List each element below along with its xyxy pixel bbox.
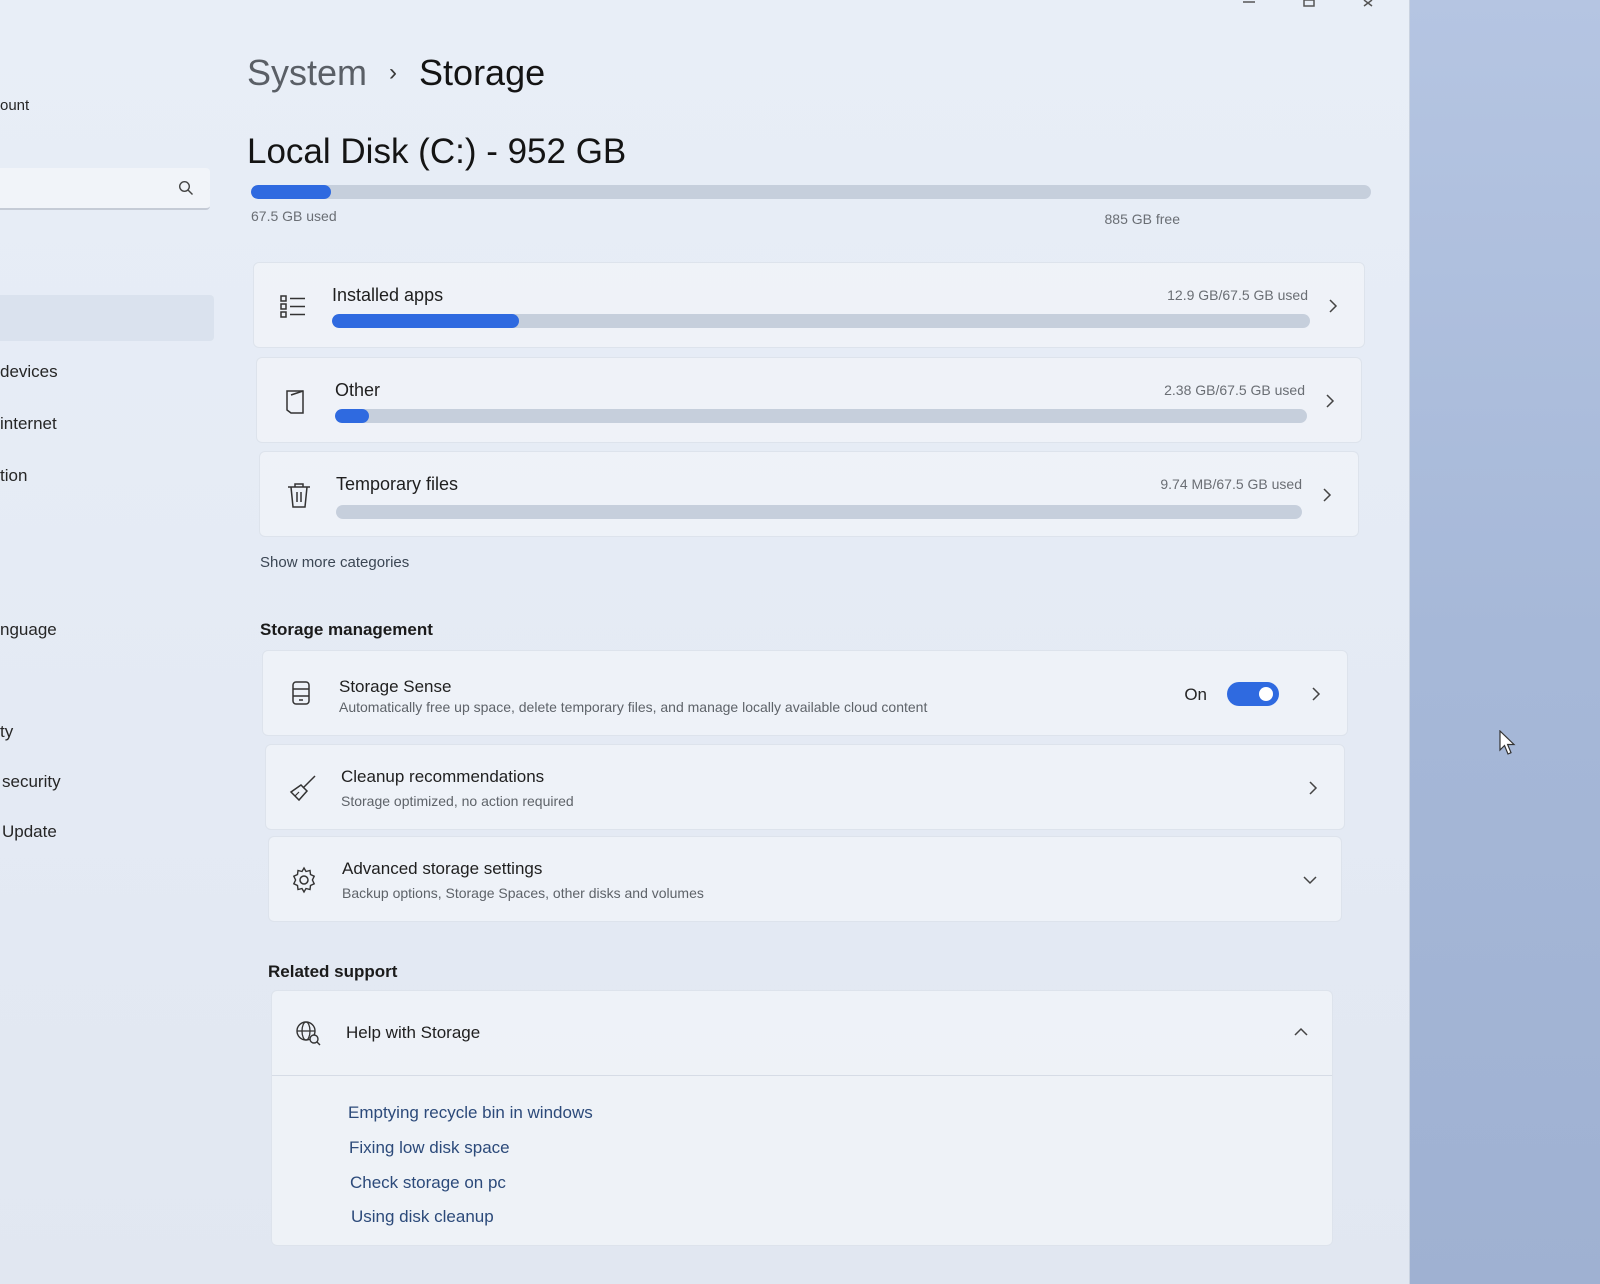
category-label: Installed apps	[332, 285, 444, 305]
minimize-icon[interactable]	[1239, 0, 1259, 10]
sidebar-item-network[interactable]: internet	[0, 414, 57, 434]
category-bar	[336, 505, 1302, 519]
document-icon	[286, 390, 304, 414]
storage-sense-toggle[interactable]	[1227, 682, 1279, 706]
category-label: Temporary files	[336, 474, 459, 494]
sidebar-item-language[interactable]: nguage	[0, 620, 57, 640]
help-with-storage-panel: Help with Storage Emptying recycle bin i…	[271, 990, 1333, 1246]
disk-free-label: 885 GB free	[1104, 211, 1181, 227]
chevron-up-icon	[1294, 1027, 1308, 1036]
category-label: Other	[335, 380, 381, 400]
help-divider	[272, 1075, 1332, 1076]
help-with-storage-header[interactable]: Help with Storage	[272, 991, 1332, 1075]
category-value: 9.74 MB/67.5 GB used	[1160, 476, 1302, 492]
globe-search-icon	[296, 1021, 321, 1046]
sidebar-item-accessibility[interactable]: ty	[0, 722, 13, 742]
cleanup-recommendations-row[interactable]: Cleanup recommendations Storage optimize…	[265, 744, 1345, 830]
storage-sense-row[interactable]: Storage Sense Automatically free up spac…	[262, 650, 1348, 736]
help-link-low-disk-space[interactable]: Fixing low disk space	[349, 1138, 510, 1158]
help-link-empty-recycle-bin[interactable]: Emptying recycle bin in windows	[348, 1103, 593, 1123]
sidebar-item-privacy-security[interactable]: security	[2, 772, 61, 792]
row-title: Cleanup recommendations	[341, 767, 545, 786]
drive-icon	[292, 681, 310, 705]
category-other[interactable]: Other 2.38 GB/67.5 GB used	[256, 357, 1362, 443]
help-link-disk-cleanup[interactable]: Using disk cleanup	[351, 1207, 494, 1227]
list-icon	[280, 295, 305, 318]
sidebar-item-personalization[interactable]: tion	[0, 466, 27, 486]
storage-sense-toggle-label: On	[1184, 685, 1207, 704]
advanced-storage-settings-row[interactable]: Advanced storage settings Backup options…	[268, 836, 1342, 922]
show-more-categories-link[interactable]: Show more categories	[260, 554, 409, 571]
disk-usage-fill	[251, 185, 331, 199]
storage-management-heading: Storage management	[260, 620, 433, 639]
category-bar	[332, 314, 1310, 328]
row-subtitle: Backup options, Storage Spaces, other di…	[342, 885, 704, 901]
gear-icon	[292, 866, 316, 894]
row-subtitle: Automatically free up space, delete temp…	[339, 699, 928, 715]
chevron-right-icon	[1329, 299, 1338, 313]
sidebar-item-windows-update[interactable]: Update	[2, 822, 57, 842]
search-input[interactable]	[0, 168, 210, 210]
chevron-right-icon	[1312, 687, 1321, 701]
caption-buttons	[1239, 0, 1379, 10]
broom-icon	[289, 775, 316, 802]
category-bar-fill	[335, 409, 370, 423]
breadcrumb: System › Storage	[247, 52, 545, 94]
maximize-icon[interactable]	[1299, 0, 1319, 10]
help-link-check-storage[interactable]: Check storage on pc	[350, 1173, 506, 1193]
chevron-down-icon	[1303, 876, 1317, 885]
page-title: Storage	[419, 52, 546, 93]
search-icon	[178, 180, 193, 195]
category-installed-apps[interactable]: Installed apps 12.9 GB/67.5 GB used	[253, 262, 1365, 348]
chevron-right-icon	[1309, 781, 1318, 795]
mouse-cursor-icon	[1499, 730, 1516, 755]
desktop-background	[1410, 0, 1600, 1284]
category-bar	[335, 409, 1307, 423]
trash-icon	[288, 483, 310, 508]
disk-used-label: 67.5 GB used	[251, 208, 337, 224]
disk-title: Local Disk (C:) - 952 GB	[247, 132, 627, 171]
row-subtitle: Storage optimized, no action required	[341, 793, 574, 809]
disk-usage-bar	[251, 185, 1371, 199]
related-support-heading: Related support	[268, 962, 398, 981]
chevron-right-icon	[1323, 488, 1332, 502]
category-value: 12.9 GB/67.5 GB used	[1167, 287, 1308, 303]
toggle-knob	[1259, 687, 1273, 701]
category-value: 2.38 GB/67.5 GB used	[1164, 382, 1305, 398]
breadcrumb-separator: ›	[389, 59, 398, 86]
chevron-right-icon	[1326, 394, 1335, 408]
settings-window: ount devices internet tion nguage ty sec…	[0, 0, 1410, 1284]
row-title: Advanced storage settings	[342, 859, 543, 878]
sidebar: ount devices internet tion nguage ty sec…	[0, 0, 215, 1284]
row-title: Storage Sense	[339, 677, 452, 696]
breadcrumb-system[interactable]: System	[247, 52, 367, 94]
help-with-storage-title: Help with Storage	[346, 1023, 481, 1042]
category-temporary-files[interactable]: Temporary files 9.74 MB/67.5 GB used	[259, 451, 1359, 537]
category-bar-fill	[332, 314, 519, 328]
sidebar-account-label[interactable]: ount	[0, 97, 29, 114]
sidebar-item-devices[interactable]: devices	[0, 362, 58, 382]
close-icon[interactable]	[1359, 0, 1379, 10]
sidebar-item-selected[interactable]	[0, 295, 214, 341]
